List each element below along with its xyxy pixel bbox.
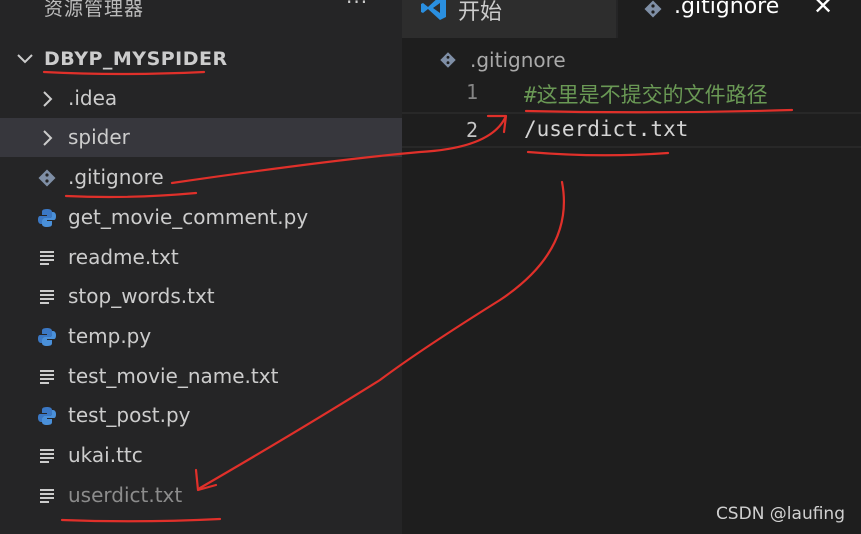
python-icon (38, 209, 56, 227)
python-icon (38, 407, 56, 425)
tree-item-label: .gitignore (68, 165, 164, 189)
tree-item-label: spider (68, 125, 130, 149)
code-line-2[interactable]: 2 /userdict.txt (402, 112, 861, 148)
file-item-ukai[interactable]: ukai.ttc (0, 436, 402, 475)
explorer-header: 资源管理器 ··· (0, 0, 402, 34)
python-icon (38, 328, 56, 346)
chevron-right-icon (43, 91, 53, 107)
workspace-folder-name: DBYP_MYSPIDER (44, 48, 228, 70)
file-item-get-movie-comment[interactable]: get_movie_comment.py (0, 198, 402, 237)
git-icon (644, 0, 662, 18)
file-item-gitignore[interactable]: .gitignore (0, 158, 402, 197)
tree-item-label: .idea (68, 86, 118, 110)
text-file-icon (40, 449, 54, 463)
tab-gitignore-label: .gitignore (674, 0, 780, 19)
editor-area[interactable]: .gitignore 1 #这里是不提交的文件路径 2 /userdict.tx… (402, 38, 861, 534)
code-comment: #这里是不提交的文件路径 (524, 83, 768, 107)
tab-start[interactable]: 开始 (402, 0, 616, 38)
editor-tab-bar: 开始 .gitignore ✕ (402, 0, 861, 38)
code-text: /userdict.txt (524, 117, 689, 141)
file-item-userdict[interactable]: userdict.txt (0, 476, 402, 515)
vscode-logo-icon (421, 0, 446, 20)
tab-gitignore[interactable]: .gitignore ✕ (618, 0, 861, 38)
tree-item-label: ukai.ttc (68, 443, 143, 467)
text-file-icon (40, 290, 54, 304)
tree-item-label: test_movie_name.txt (68, 364, 279, 388)
breadcrumb-file: .gitignore (470, 48, 566, 72)
watermark: CSDN @laufing (715, 504, 845, 524)
file-item-temp[interactable]: temp.py (0, 317, 402, 356)
tab-start-label: 开始 (458, 0, 503, 25)
line-number: 2 (465, 118, 478, 142)
more-actions-icon[interactable]: ··· (346, 0, 368, 14)
close-icon[interactable]: ✕ (813, 0, 833, 20)
tree-item-label: temp.py (68, 324, 152, 348)
tree-item-label: get_movie_comment.py (68, 205, 309, 229)
explorer-title: 资源管理器 (44, 0, 145, 20)
explorer-sidebar: 资源管理器 ··· DBYP_MYSPIDER .idea spider .gi… (0, 0, 402, 534)
code-line-1[interactable]: 1 #这里是不提交的文件路径 (402, 76, 861, 112)
git-icon (38, 169, 56, 187)
git-icon (440, 52, 456, 68)
text-file-icon (40, 489, 54, 503)
workspace-folder-header[interactable]: DBYP_MYSPIDER (0, 40, 402, 78)
chevron-right-icon (43, 130, 53, 146)
text-file-icon (40, 251, 54, 265)
folder-item-idea[interactable]: .idea (0, 79, 402, 118)
tree-item-label: stop_words.txt (68, 284, 215, 308)
tree-item-label: readme.txt (68, 245, 179, 269)
chevron-down-icon (17, 54, 33, 64)
folder-item-spider[interactable]: spider (0, 118, 402, 157)
tree-item-label: test_post.py (68, 403, 191, 427)
file-item-test-movie-name[interactable]: test_movie_name.txt (0, 357, 402, 396)
file-item-test-post[interactable]: test_post.py (0, 396, 402, 435)
file-item-stop-words[interactable]: stop_words.txt (0, 277, 402, 316)
line-number: 1 (465, 80, 478, 104)
file-item-readme[interactable]: readme.txt (0, 238, 402, 277)
text-file-icon (40, 370, 54, 384)
tree-item-label: userdict.txt (68, 483, 183, 507)
